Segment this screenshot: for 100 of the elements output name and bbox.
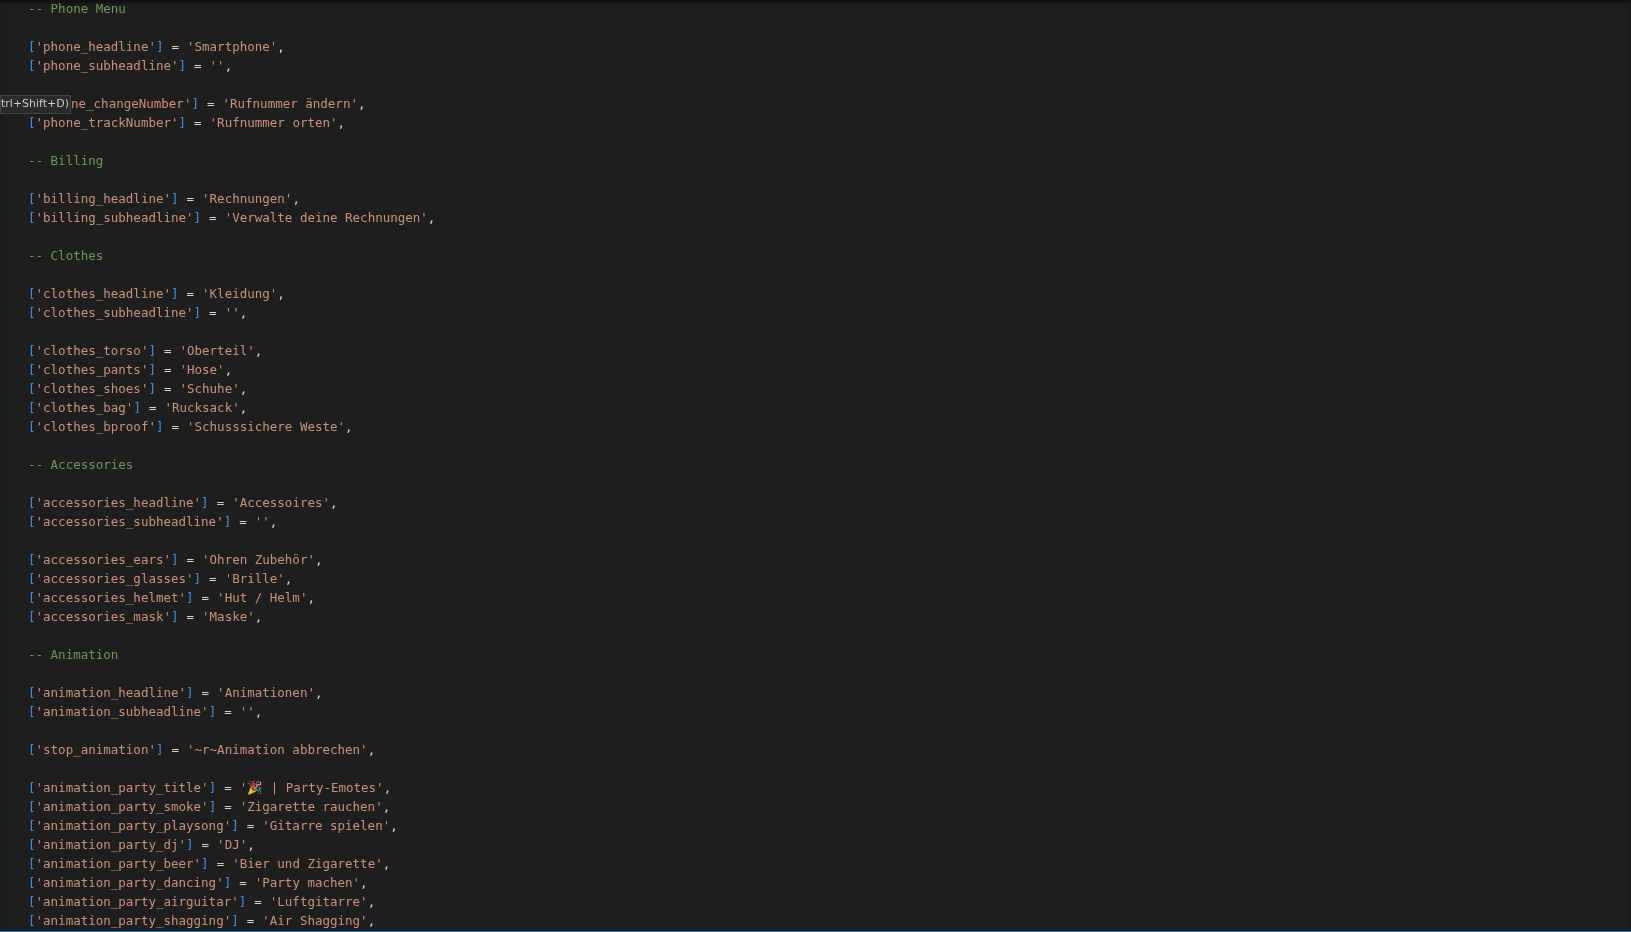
- code-string: 'Bier und Zigarette': [232, 855, 383, 874]
- code-string: 'Luftgitarre': [269, 893, 368, 912]
- code-string: 'Ohren Zubehör': [202, 551, 315, 570]
- code-comma: ,: [239, 304, 248, 323]
- code-comma: ,: [224, 57, 233, 76]
- code-operator: =: [170, 418, 180, 437]
- code-bracket: [: [28, 703, 36, 722]
- code-key: 'animation_party_airguitar': [35, 893, 239, 912]
- code-key: 'accessories_mask': [35, 608, 171, 627]
- code-bracket: [: [28, 513, 36, 532]
- code-comma: ,: [224, 361, 233, 380]
- code-string: '': [254, 513, 270, 532]
- code-bracket: [: [28, 190, 36, 209]
- code-bracket: [: [28, 380, 36, 399]
- code-bracket: [: [28, 893, 36, 912]
- code-bracket: ]: [191, 95, 199, 114]
- code-operator: =: [238, 874, 248, 893]
- code-string: '~r~Animation abbrechen': [187, 741, 368, 760]
- code-comment: -- Billing: [28, 152, 104, 171]
- code-bracket: [: [28, 304, 36, 323]
- code-bracket: [: [28, 684, 36, 703]
- code-string: 'DJ': [217, 836, 248, 855]
- code-bracket: [: [28, 608, 36, 627]
- code-key: 'accessories_ears': [35, 551, 171, 570]
- code-bracket: [: [28, 399, 36, 418]
- code-bracket: ]: [201, 855, 209, 874]
- code-comma: ,: [254, 342, 263, 361]
- code-bracket: ]: [148, 342, 156, 361]
- code-bracket: [: [28, 209, 36, 228]
- code-operator: =: [223, 779, 233, 798]
- code-bracket: ]: [186, 836, 194, 855]
- code-operator: =: [162, 361, 173, 380]
- code-comma: ,: [269, 513, 278, 532]
- code-bracket: [: [28, 874, 36, 893]
- code-operator: =: [200, 684, 211, 703]
- code-operator: =: [253, 893, 263, 912]
- code-operator: =: [193, 57, 203, 76]
- code-key: 'animation_party_playsong': [35, 817, 232, 836]
- code-bracket: [: [28, 589, 36, 608]
- code-key: 'animation_party_beer': [35, 855, 202, 874]
- code-bracket: [: [28, 361, 36, 380]
- code-operator: =: [162, 342, 173, 361]
- code-operator: =: [223, 703, 233, 722]
- code-bracket: ]: [208, 703, 217, 722]
- code-comma: ,: [367, 741, 376, 760]
- code-comma: ,: [284, 570, 293, 589]
- code-comma: ,: [337, 114, 346, 133]
- code-comma: ,: [292, 190, 300, 209]
- code-key: 'clothes_pants': [35, 361, 149, 380]
- code-comma: ,: [382, 855, 391, 874]
- code-string: 'Animationen': [217, 684, 315, 703]
- code-key: 'accessories_helmet': [35, 589, 187, 608]
- code-key: 'animation_party_smoke': [35, 798, 209, 817]
- code-comma: ,: [330, 494, 338, 513]
- code-string: '🎉 | Party-Emotes': [239, 779, 384, 798]
- code-bracket: ]: [155, 741, 164, 760]
- code-operator: =: [185, 608, 196, 627]
- code-editor[interactable]: [0, 0, 1631, 931]
- code-bracket: ]: [171, 285, 179, 304]
- code-bracket: ]: [193, 304, 202, 323]
- code-bracket: ]: [208, 779, 217, 798]
- code-bracket: [: [28, 551, 36, 570]
- code-operator: =: [208, 304, 218, 323]
- code-operator: =: [238, 513, 248, 532]
- code-bracket: [: [28, 57, 36, 76]
- code-bracket: [: [28, 741, 36, 760]
- code-string: 'Schusssichere Weste': [187, 418, 346, 437]
- code-string: 'Oberteil': [179, 342, 255, 361]
- code-comma: ,: [239, 399, 248, 418]
- code-bracket: [: [28, 570, 36, 589]
- code-comma: ,: [277, 285, 285, 304]
- code-key: 'animation_party_title': [35, 779, 209, 798]
- code-bracket: ]: [223, 874, 232, 893]
- code-comment: -- Clothes: [28, 247, 104, 266]
- code-comma: ,: [247, 836, 255, 855]
- code-comma: ,: [254, 703, 263, 722]
- code-bracket: [: [28, 817, 36, 836]
- code-key: 'animation_party_dancing': [35, 874, 224, 893]
- code-operator: =: [162, 380, 173, 399]
- code-key: 'billing_headline': [35, 190, 171, 209]
- code-comma: ,: [367, 893, 376, 912]
- code-string: '': [224, 304, 240, 323]
- code-key: 'animation_subheadline': [35, 703, 209, 722]
- code-comment: -- Animation: [28, 646, 119, 665]
- code-operator: =: [185, 551, 196, 570]
- code-bracket: [: [28, 114, 36, 133]
- code-string: 'Rucksack': [164, 399, 240, 418]
- code-string: 'Party machen': [254, 874, 361, 893]
- code-comma: ,: [239, 380, 248, 399]
- code-bracket: ]: [231, 817, 239, 836]
- code-key: 'animation_party_dj': [35, 836, 187, 855]
- code-comma: ,: [314, 551, 323, 570]
- code-comma: ,: [390, 817, 398, 836]
- code-string: 'Zigarette rauchen': [239, 798, 383, 817]
- code-key: 'clothes_shoes': [35, 380, 149, 399]
- code-bracket: ]: [186, 589, 194, 608]
- code-operator: =: [215, 494, 226, 513]
- code-comma: ,: [277, 38, 285, 57]
- code-operator: =: [200, 836, 211, 855]
- code-comment: -- Accessories: [28, 456, 134, 475]
